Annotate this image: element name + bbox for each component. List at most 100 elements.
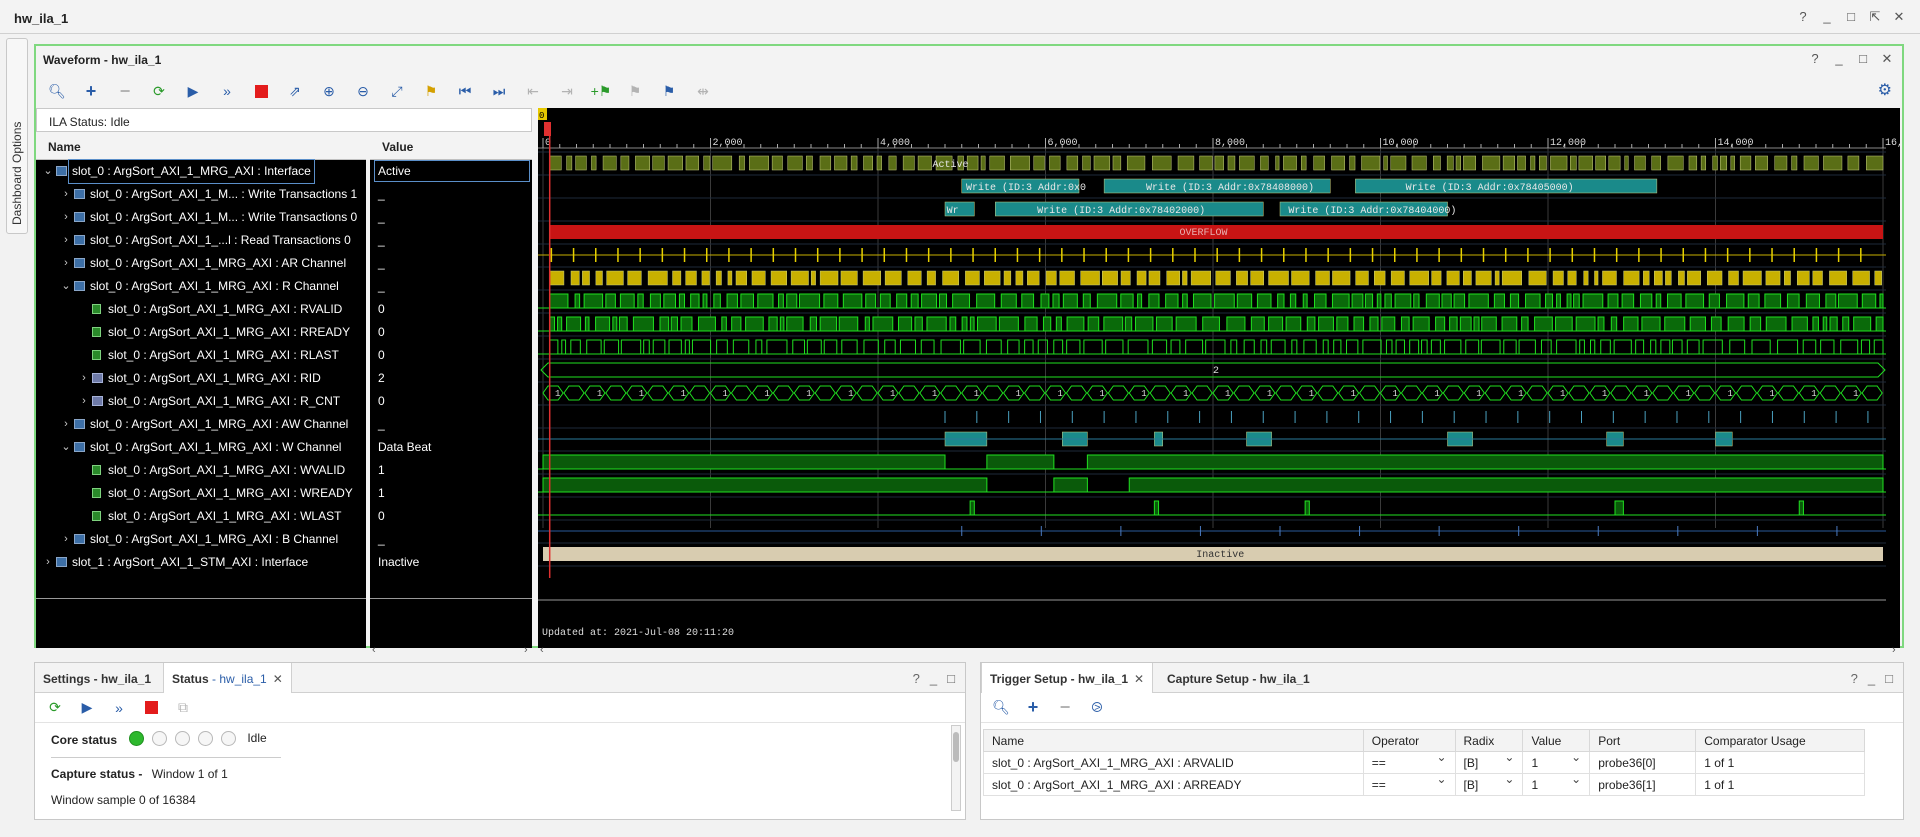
signal-row[interactable]: ⌄ slot_0 : ArgSort_AXI_1_MRG_AXI : W Chan… — [36, 436, 366, 459]
close-tab-icon[interactable]: ✕ — [1134, 672, 1144, 686]
marker-icon[interactable]: ⚑ — [416, 78, 446, 104]
name-column-header[interactable]: Name — [36, 134, 366, 160]
run-trigger-icon[interactable]: ▶ — [73, 695, 101, 721]
signal-row[interactable]: › slot_0 : ArgSort_AXI_1_MRG_AXI : AW Cha… — [36, 413, 366, 436]
status-scrollbar[interactable] — [951, 725, 961, 811]
minimize-icon[interactable]: _ — [1832, 51, 1846, 67]
column-header[interactable]: Port — [1589, 729, 1697, 752]
scrollbar-thumb[interactable] — [953, 732, 959, 762]
table-row[interactable]: slot_0 : ArgSort_AXI_1_MRG_AXI : ARVALID… — [983, 751, 1865, 774]
minimize-icon[interactable]: _ — [930, 671, 937, 686]
radix-select[interactable]: [B] — [1454, 751, 1524, 774]
go-first-icon[interactable]: ⏮ — [450, 78, 480, 104]
tab-settings[interactable]: Settings - hw_ila_1 — [35, 663, 159, 693]
zoom-fit-icon[interactable]: ⤢ — [382, 78, 412, 104]
chevron-right-icon[interactable]: › — [78, 367, 90, 390]
signal-value[interactable]: Inactive — [370, 551, 532, 574]
minimize-icon[interactable]: _ — [1820, 9, 1834, 25]
signal-value[interactable]: _ — [370, 229, 532, 252]
signal-row[interactable]: slot_0 : ArgSort_AXI_1_MRG_AXI : WLAST — [36, 505, 366, 528]
copy-icon[interactable]: ⧉ — [169, 695, 197, 721]
radix-select[interactable]: [B] — [1454, 773, 1524, 796]
run-immediate-icon[interactable]: » — [105, 695, 133, 721]
zoom-out-icon[interactable]: ⊖ — [348, 78, 378, 104]
signal-row[interactable]: ⌄ slot_0 : ArgSort_AXI_1_MRG_AXI : R Chan… — [36, 275, 366, 298]
swap-cursor-icon[interactable]: ⇹ — [688, 78, 718, 104]
stop-icon[interactable] — [246, 78, 276, 104]
signal-row[interactable]: › slot_0 : ArgSort_AXI_1_MRG_AXI : B Chan… — [36, 528, 366, 551]
wave-scroll-right-icon[interactable]: › — [1892, 644, 1896, 656]
restore-icon[interactable]: □ — [1844, 9, 1858, 25]
signal-value[interactable]: 1 — [370, 459, 532, 482]
chevron-right-icon[interactable]: › — [42, 551, 54, 574]
value-column-header[interactable]: Value — [370, 134, 532, 160]
next-marker-icon[interactable]: ⚑ — [654, 78, 684, 104]
signal-value[interactable]: _ — [370, 206, 532, 229]
operator-select[interactable]: == — [1362, 751, 1456, 774]
run-trigger-icon[interactable]: ▶ — [178, 78, 208, 104]
signal-row[interactable]: › slot_0 : ArgSort_AXI_1_M... : Write Tra… — [36, 206, 366, 229]
signal-value[interactable]: 0 — [370, 344, 532, 367]
tab-trigger-setup[interactable]: Trigger Setup - hw_ila_1 ✕ — [981, 663, 1154, 693]
signal-value[interactable]: 0 — [370, 505, 532, 528]
chevron-down-icon[interactable]: ⌄ — [42, 160, 54, 183]
chevron-right-icon[interactable]: › — [60, 528, 72, 551]
maximize-icon[interactable]: □ — [1856, 51, 1870, 67]
go-last-icon[interactable]: ⏭ — [484, 78, 514, 104]
tab-capture-setup[interactable]: Capture Setup - hw_ila_1 — [1159, 663, 1318, 693]
next-transition-icon[interactable]: ⇥ — [552, 78, 582, 104]
export-icon[interactable]: ⇗ — [280, 78, 310, 104]
signal-value[interactable]: 2 — [370, 367, 532, 390]
signal-row[interactable]: slot_0 : ArgSort_AXI_1_MRG_AXI : RLAST — [36, 344, 366, 367]
chevron-right-icon[interactable]: › — [60, 183, 72, 206]
chevron-down-icon[interactable]: ⌄ — [60, 275, 72, 298]
signal-row[interactable]: ⌄ slot_0 : ArgSort_AXI_1_MRG_AXI : Interf… — [36, 159, 366, 184]
zoom-in-icon[interactable]: ⊕ — [314, 78, 344, 104]
signal-value[interactable]: 0 — [370, 298, 532, 321]
search-icon[interactable]: 🔍︎ — [42, 78, 72, 104]
chevron-right-icon[interactable]: › — [60, 252, 72, 275]
help-icon[interactable]: ? — [1851, 671, 1858, 686]
value-select[interactable]: 1 — [1522, 773, 1591, 796]
signal-value[interactable]: _ — [370, 183, 532, 206]
column-header[interactable]: Operator — [1362, 729, 1456, 752]
signal-row[interactable]: › slot_0 : ArgSort_AXI_1_MRG_AXI : R_CNT — [36, 390, 366, 413]
column-header[interactable]: Radix — [1454, 729, 1524, 752]
signal-value[interactable]: Active — [370, 160, 532, 183]
chevron-down-icon[interactable]: ⌄ — [60, 436, 72, 459]
gear-icon[interactable]: ⚙ — [1878, 80, 1892, 100]
prev-marker-icon[interactable]: ⚑ — [620, 78, 650, 104]
add-marker-icon[interactable]: +⚑ — [586, 78, 616, 104]
maximize-icon[interactable]: □ — [947, 671, 955, 686]
remove-icon[interactable]: − — [1051, 695, 1079, 721]
signal-value[interactable]: 0 — [370, 390, 532, 413]
signal-row[interactable]: slot_0 : ArgSort_AXI_1_MRG_AXI : WVALID — [36, 459, 366, 482]
signal-row[interactable]: slot_0 : ArgSort_AXI_1_MRG_AXI : WREADY — [36, 482, 366, 505]
scroll-left-icon[interactable]: ‹ — [372, 644, 376, 656]
column-header[interactable]: Name — [983, 729, 1364, 752]
signal-value[interactable]: 0 — [370, 321, 532, 344]
operator-select[interactable]: == — [1362, 773, 1456, 796]
search-icon[interactable]: 🔍︎ — [987, 695, 1015, 721]
chevron-right-icon[interactable]: › — [60, 413, 72, 436]
signal-value[interactable]: Data Beat — [370, 436, 532, 459]
close-tab-icon[interactable]: ✕ — [273, 672, 283, 686]
close-icon[interactable]: ✕ — [1880, 51, 1894, 67]
signal-row[interactable]: slot_0 : ArgSort_AXI_1_MRG_AXI : RREADY — [36, 321, 366, 344]
value-select[interactable]: 1 — [1522, 751, 1591, 774]
prev-transition-icon[interactable]: ⇤ — [518, 78, 548, 104]
help-icon[interactable]: ? — [913, 671, 920, 686]
waveform-canvas[interactable]: 0 2,000 4,000 6,000 8,000 10,000 12,000 14,000 1… — [538, 108, 1900, 648]
stop-icon[interactable] — [137, 695, 165, 721]
maximize-icon[interactable]: □ — [1885, 671, 1893, 686]
chevron-right-icon[interactable]: › — [60, 206, 72, 229]
column-header[interactable]: Comparator Usage — [1695, 729, 1865, 752]
minimize-icon[interactable]: _ — [1868, 671, 1875, 686]
signal-row[interactable]: slot_0 : ArgSort_AXI_1_MRG_AXI : RVALID — [36, 298, 366, 321]
table-row[interactable]: slot_0 : ArgSort_AXI_1_MRG_AXI : ARREADY… — [983, 773, 1865, 796]
help-icon[interactable]: ? — [1808, 51, 1822, 67]
chevron-right-icon[interactable]: › — [78, 390, 90, 413]
signal-value[interactable]: _ — [370, 528, 532, 551]
refresh-icon[interactable]: ⟳ — [144, 78, 174, 104]
signal-row[interactable]: › slot_0 : ArgSort_AXI_1_M... : Write Tra… — [36, 183, 366, 206]
